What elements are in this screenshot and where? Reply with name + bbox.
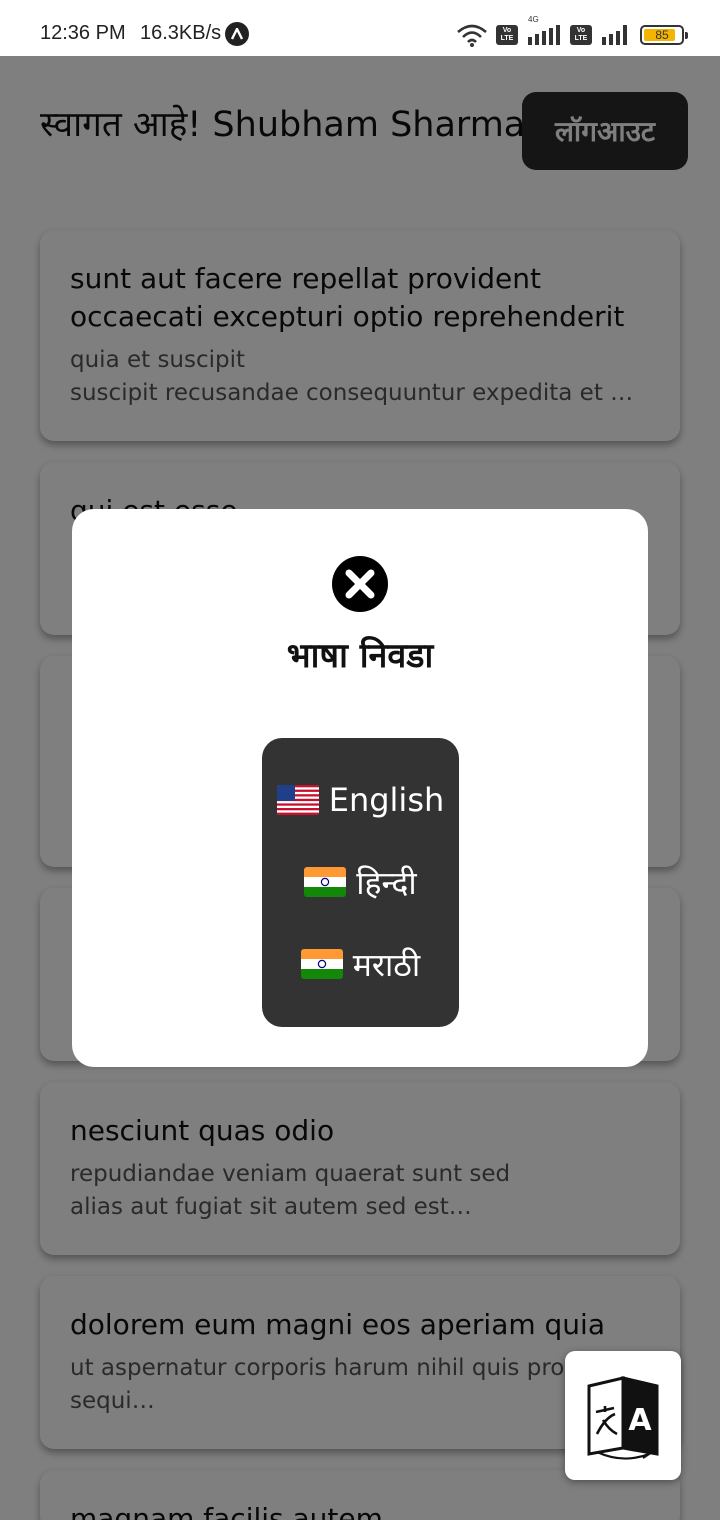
translate-fab-button[interactable]: A <box>565 1351 681 1480</box>
language-label: हिन्दी <box>356 863 417 902</box>
close-icon[interactable] <box>331 555 389 613</box>
svg-text:A: A <box>628 1403 652 1438</box>
language-option-english[interactable]: English <box>262 770 459 830</box>
language-option-marathi[interactable]: मराठी <box>262 934 459 994</box>
status-time: 12:36 PM <box>40 22 126 44</box>
translate-icon: A <box>583 1368 663 1464</box>
battery-level: 85 <box>655 28 669 42</box>
wifi-icon <box>456 23 488 47</box>
volte-icon-2: Vo LTE <box>570 25 592 45</box>
language-label: मराठी <box>352 945 421 984</box>
modal-title: भाषा निवडा <box>286 636 434 676</box>
signal-icon-2 <box>600 23 632 47</box>
signal-icon: 4G <box>526 15 562 47</box>
india-flag-icon <box>300 949 343 979</box>
language-option-hindi[interactable]: हिन्दी <box>262 852 459 912</box>
battery-icon: 85 <box>640 25 688 45</box>
language-list: English हिन्दी मराठी <box>262 738 459 1027</box>
volte-icon: Vo LTE <box>496 25 518 45</box>
india-flag-icon <box>304 867 347 897</box>
network-speed: 16.3KB/s <box>140 22 222 44</box>
app-notification-icon <box>225 22 249 46</box>
status-bar: 12:36 PM 16.3KB/s Vo LTE 4G Vo LTE 85 <box>0 0 720 56</box>
us-flag-icon <box>276 785 319 815</box>
network-type-label: 4G <box>528 15 539 24</box>
language-label: English <box>328 781 445 819</box>
language-modal: भाषा निवडा English हिन्दी मराठी <box>72 509 648 1067</box>
